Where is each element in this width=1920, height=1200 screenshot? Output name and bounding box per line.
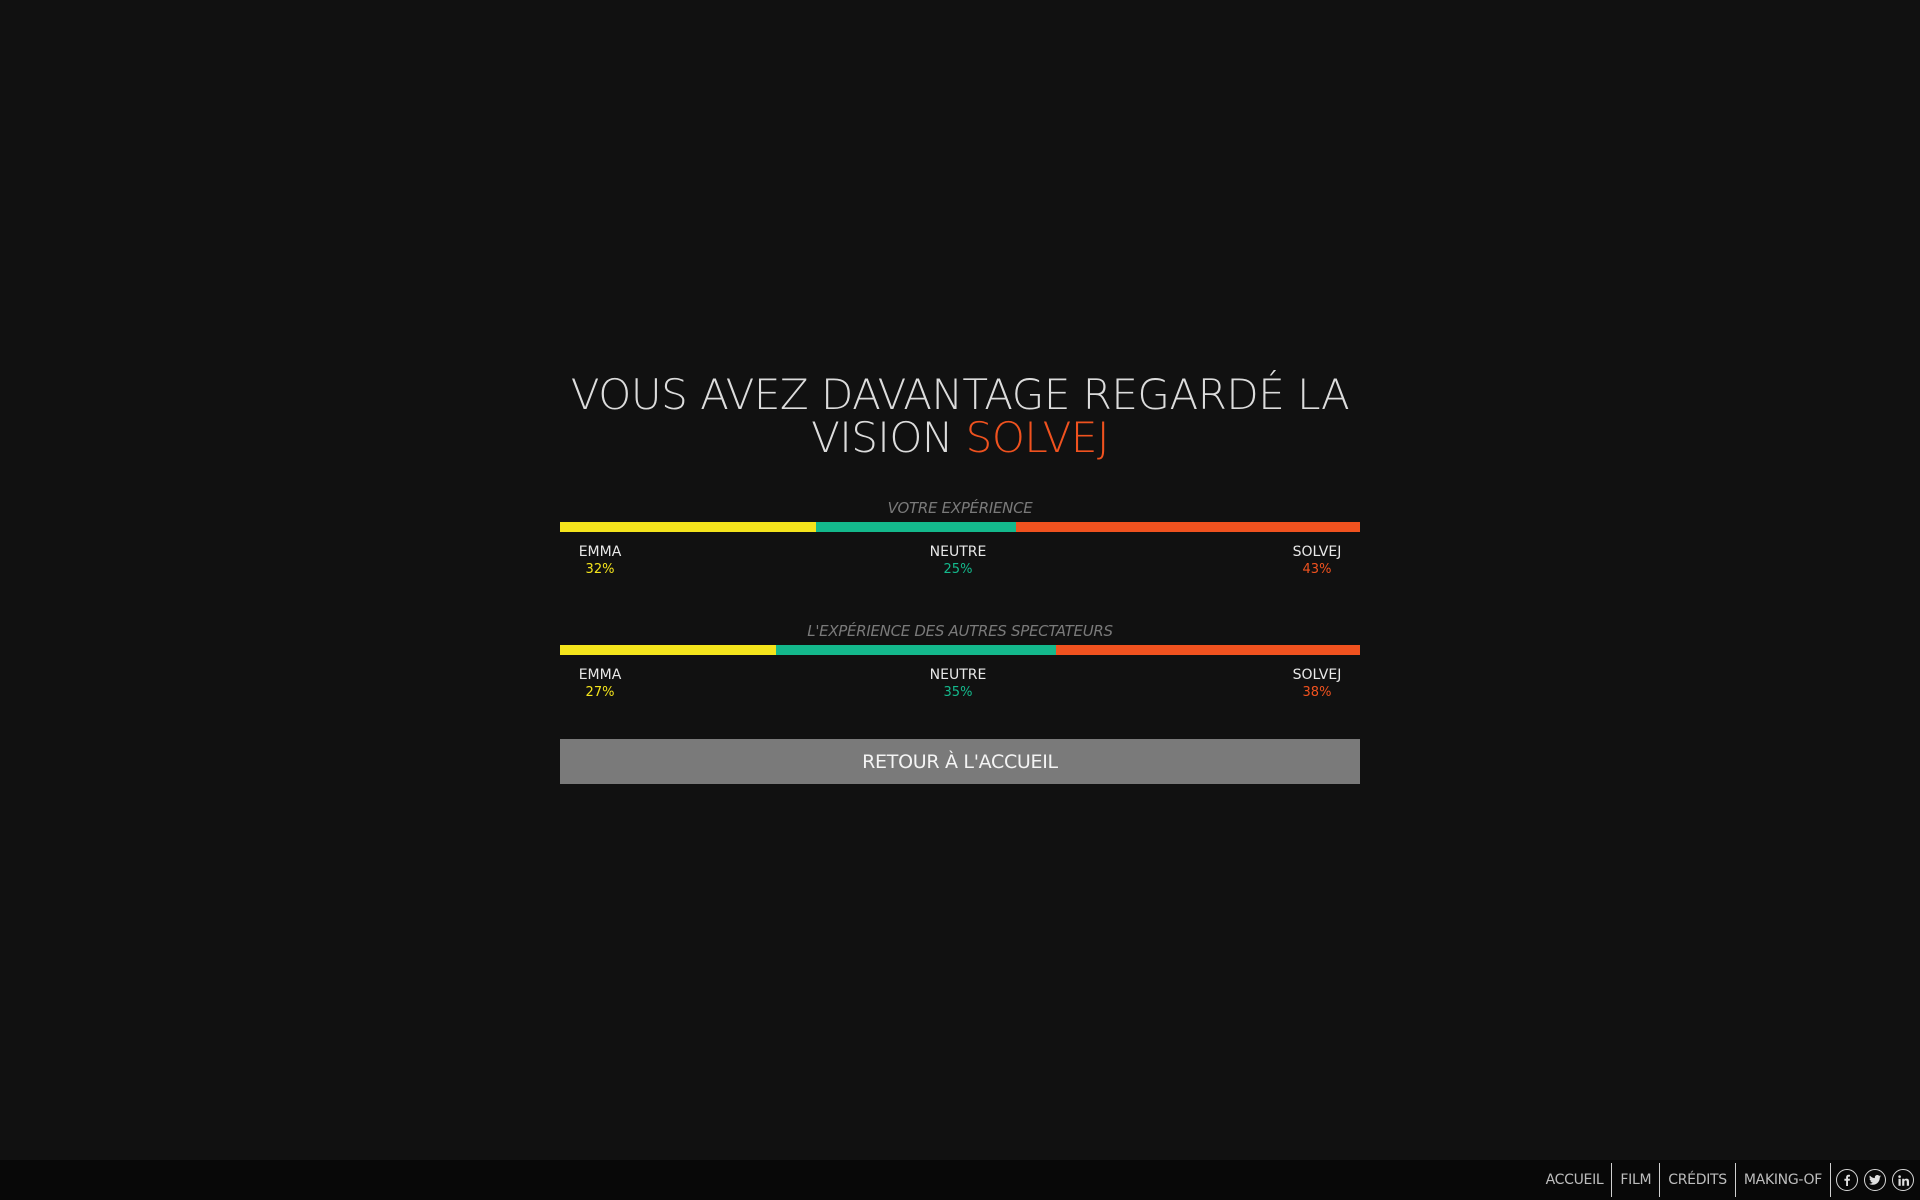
- label-emma: EMMA 27%: [579, 667, 622, 701]
- label-emma: EMMA 32%: [579, 544, 622, 578]
- nav-link-credits[interactable]: CRÉDITS: [1660, 1163, 1736, 1197]
- linkedin-icon[interactable]: [1892, 1169, 1914, 1191]
- twitter-icon[interactable]: [1864, 1169, 1886, 1191]
- facebook-icon[interactable]: [1836, 1169, 1858, 1191]
- category-percent: 25%: [943, 562, 973, 577]
- headline: VOUS AVEZ DAVANTAGE REGARDÉ LA VISION SO…: [560, 373, 1360, 459]
- bar-segment-neutre: [816, 522, 1016, 532]
- headline-text: VOUS AVEZ DAVANTAGE REGARDÉ LA VISION: [570, 370, 1350, 462]
- category-percent: 27%: [585, 685, 615, 700]
- section-title: L'EXPÉRIENCE DES AUTRES SPECTATEURS: [807, 622, 1113, 640]
- bar-labels: EMMA 27% NEUTRE 35% SOLVEJ 38%: [560, 667, 1360, 709]
- nav-link-making-of[interactable]: MAKING-OF: [1736, 1163, 1831, 1197]
- category-percent: 43%: [1302, 562, 1332, 577]
- results-page: VOUS AVEZ DAVANTAGE REGARDÉ LA VISION SO…: [0, 0, 1920, 1200]
- category-name: NEUTRE: [929, 544, 987, 560]
- results-panel: VOUS AVEZ DAVANTAGE REGARDÉ LA VISION SO…: [560, 373, 1360, 784]
- bar-segment-solvej: [1016, 522, 1360, 532]
- label-neutre: NEUTRE 35%: [930, 667, 987, 701]
- section-title: VOTRE EXPÉRIENCE: [887, 499, 1033, 517]
- footer-nav: ACCUEIL FILM CRÉDITS MAKING-OF: [1546, 1160, 1920, 1200]
- bar-segment-solvej: [1056, 645, 1360, 655]
- bar-labels: EMMA 32% NEUTRE 25% SOLVEJ 43%: [560, 544, 1360, 586]
- category-percent: 35%: [943, 685, 973, 700]
- social-links: [1831, 1169, 1920, 1191]
- nav-link-film[interactable]: FILM: [1612, 1163, 1661, 1197]
- category-name: SOLVEJ: [1292, 667, 1342, 683]
- bar-segment-emma: [560, 522, 816, 532]
- nav-link-accueil[interactable]: ACCUEIL: [1546, 1163, 1613, 1197]
- category-name: SOLVEJ: [1292, 544, 1342, 560]
- distribution-bar: [560, 645, 1360, 655]
- bar-segment-emma: [560, 645, 776, 655]
- category-name: EMMA: [578, 667, 622, 683]
- category-percent: 32%: [585, 562, 615, 577]
- back-to-home-button[interactable]: RETOUR À L'ACCUEIL: [560, 739, 1360, 784]
- footer: ACCUEIL FILM CRÉDITS MAKING-OF: [0, 1160, 1920, 1200]
- label-solvej: SOLVEJ 43%: [1293, 544, 1342, 578]
- headline-accent: SOLVEJ: [965, 413, 1110, 462]
- bar-segment-neutre: [776, 645, 1056, 655]
- your-experience-section: VOTRE EXPÉRIENCE EMMA 32% NEUTRE 25% SOL…: [560, 498, 1360, 586]
- distribution-bar: [560, 522, 1360, 532]
- category-name: NEUTRE: [929, 667, 987, 683]
- category-percent: 38%: [1302, 685, 1332, 700]
- category-name: EMMA: [578, 544, 622, 560]
- label-solvej: SOLVEJ 38%: [1293, 667, 1342, 701]
- label-neutre: NEUTRE 25%: [930, 544, 987, 578]
- others-experience-section: L'EXPÉRIENCE DES AUTRES SPECTATEURS EMMA…: [560, 621, 1360, 709]
